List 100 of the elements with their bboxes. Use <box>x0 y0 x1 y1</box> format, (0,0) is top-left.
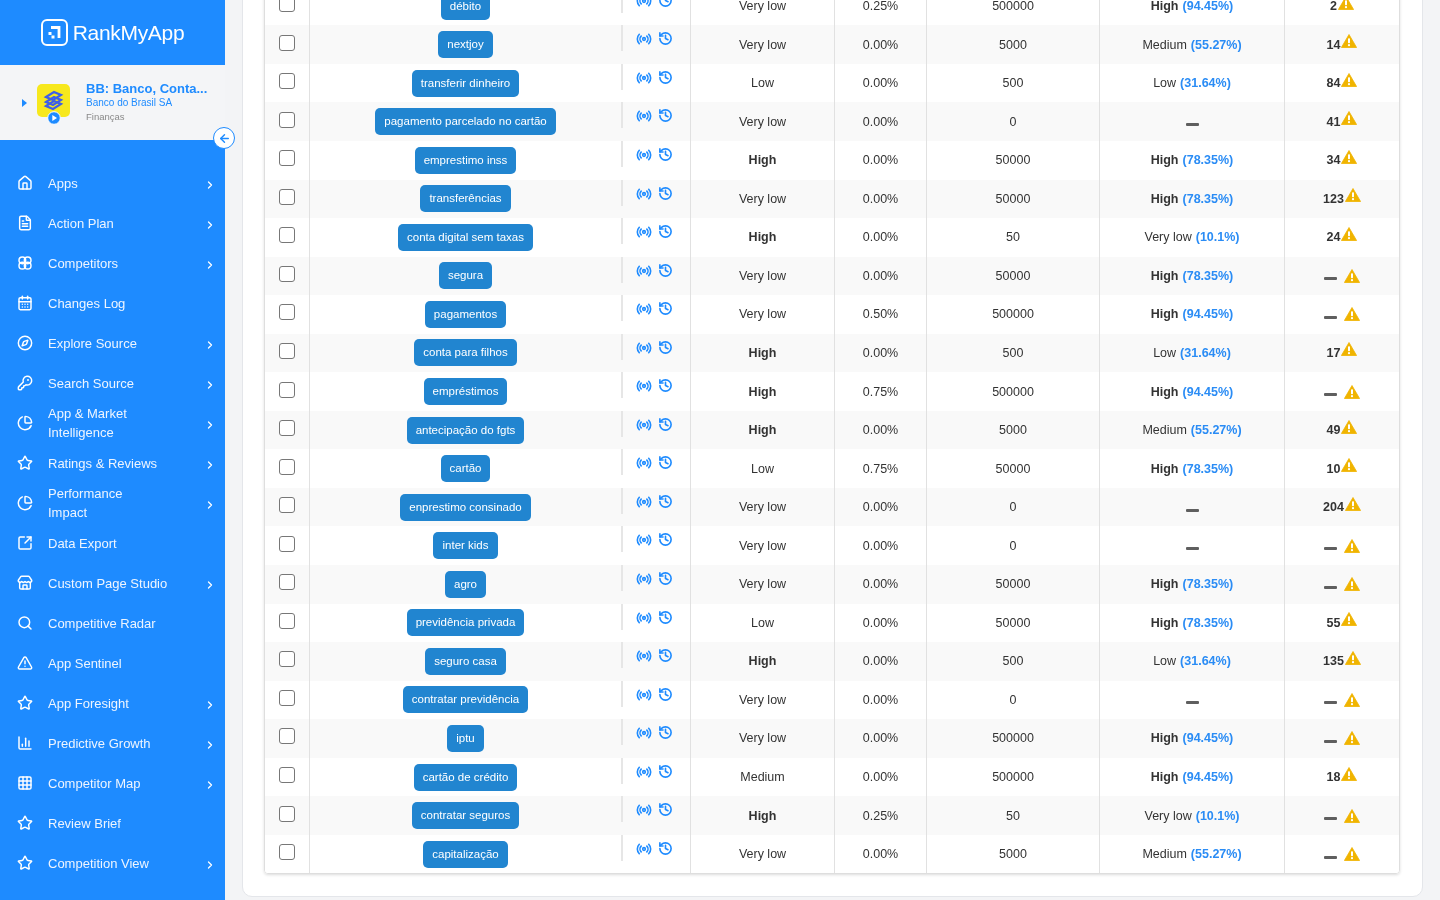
keyword-tag[interactable]: segura <box>438 262 493 290</box>
checkbox[interactable] <box>279 805 295 822</box>
sidebar-item[interactable]: Predictive Growth <box>0 723 225 763</box>
keyword-tag[interactable]: antecipação do fgts <box>406 416 525 444</box>
keyword-tag[interactable]: iptu <box>447 724 484 752</box>
broadcast-icon[interactable] <box>636 416 652 433</box>
checkbox[interactable] <box>279 689 295 706</box>
checkbox[interactable] <box>279 651 295 668</box>
history-icon[interactable] <box>658 840 673 856</box>
history-icon[interactable] <box>658 725 673 741</box>
keyword-tag[interactable]: empréstimos <box>423 378 508 406</box>
checkbox[interactable] <box>279 0 295 13</box>
history-icon[interactable] <box>658 108 673 124</box>
checkbox[interactable] <box>279 420 295 437</box>
sidebar-item[interactable]: Custom Page Studio <box>0 563 225 603</box>
sidebar-item[interactable]: Changes Log <box>0 283 225 323</box>
keyword-tag[interactable]: seguro casa <box>425 647 506 675</box>
history-icon[interactable] <box>658 455 673 471</box>
broadcast-icon[interactable] <box>636 69 652 86</box>
sidebar-item[interactable]: Competitors <box>0 243 225 283</box>
checkbox[interactable] <box>279 767 295 783</box>
history-icon[interactable] <box>658 493 673 509</box>
keyword-tag[interactable]: contratar seguros <box>411 802 520 830</box>
keyword-tag[interactable]: nextjoy <box>438 31 493 59</box>
checkbox[interactable] <box>279 150 295 167</box>
checkbox[interactable] <box>279 728 295 745</box>
checkbox[interactable] <box>279 343 295 359</box>
keyword-tag[interactable]: conta digital sem taxas <box>398 223 533 251</box>
keyword-tag[interactable]: cartão <box>440 455 491 483</box>
history-icon[interactable] <box>658 301 673 317</box>
sidebar-item[interactable]: App Sentinel <box>0 643 225 683</box>
broadcast-icon[interactable] <box>636 686 652 703</box>
warning-icon <box>1341 612 1358 627</box>
history-icon[interactable] <box>658 147 673 162</box>
sidebar-item[interactable]: Action Plan <box>0 203 225 243</box>
checkbox[interactable] <box>279 111 295 128</box>
broadcast-icon[interactable] <box>636 185 652 202</box>
keyword-tag[interactable]: agro <box>445 570 486 598</box>
keyword-tag[interactable]: transferir dinheiro <box>411 69 520 97</box>
history-icon[interactable] <box>658 802 673 818</box>
sidebar-item[interactable]: App Foresight <box>0 683 225 723</box>
checkbox[interactable] <box>279 381 295 398</box>
history-icon[interactable] <box>658 686 673 702</box>
checkbox[interactable] <box>279 535 295 552</box>
keyword-tag[interactable]: transferências <box>420 185 511 213</box>
keyword-tag[interactable]: pagamentos <box>424 300 507 328</box>
checkbox[interactable] <box>279 574 295 591</box>
history-icon[interactable] <box>658 378 673 394</box>
keyword-tag[interactable]: previdência privada <box>406 609 525 637</box>
keyword-tag[interactable]: cartão de crédito <box>413 763 518 791</box>
keyword-tag[interactable]: capitalização <box>423 840 508 868</box>
history-icon[interactable] <box>658 609 673 625</box>
sidebar-item[interactable]: Apps <box>0 163 225 203</box>
history-icon[interactable] <box>658 763 673 779</box>
keyword-tag[interactable]: enprestimo consinado <box>400 493 531 521</box>
checkbox[interactable] <box>279 844 295 861</box>
keyword-tag[interactable]: inter kids <box>433 532 498 560</box>
sidebar-item[interactable]: App & Market Intelligence <box>0 403 225 443</box>
sidebar-item[interactable]: Review Brief <box>0 803 225 843</box>
history-icon[interactable] <box>658 416 673 432</box>
keyword-tag[interactable]: débito <box>440 0 491 20</box>
sidebar-item[interactable]: Data Export <box>0 523 225 563</box>
broadcast-icon[interactable] <box>636 262 652 279</box>
history-icon[interactable] <box>658 185 673 201</box>
history-icon[interactable] <box>658 571 673 586</box>
broadcast-icon[interactable] <box>636 493 652 510</box>
keyword-tag[interactable]: contratar previdência <box>402 686 529 714</box>
history-icon[interactable] <box>658 224 673 240</box>
broadcast-icon[interactable] <box>636 147 652 163</box>
checkbox[interactable] <box>279 612 295 629</box>
checkbox[interactable] <box>279 227 295 244</box>
keyword-tag[interactable]: pagamento parcelado no cartão <box>375 108 556 136</box>
keyword-tag[interactable]: emprestimo inss <box>414 146 517 174</box>
sidebar-item[interactable]: Performance Impact <box>0 483 225 523</box>
keyword-tag[interactable]: conta para filhos <box>414 339 517 367</box>
broadcast-icon[interactable] <box>636 571 652 587</box>
history-icon[interactable] <box>658 262 673 278</box>
checkbox[interactable] <box>279 73 295 90</box>
broadcast-icon[interactable] <box>636 609 652 626</box>
broadcast-icon[interactable] <box>636 840 652 857</box>
history-icon[interactable] <box>658 532 673 548</box>
checkbox[interactable] <box>279 34 295 51</box>
history-icon[interactable] <box>658 31 673 47</box>
checkbox[interactable] <box>279 497 295 514</box>
sidebar-item[interactable]: Search Source <box>0 363 225 403</box>
sidebar-item[interactable]: Competitive Radar <box>0 603 225 643</box>
caret-icon[interactable] <box>22 98 27 107</box>
sidebar-item[interactable]: Explore Source <box>0 323 225 363</box>
checkbox[interactable] <box>279 265 295 282</box>
sidebar-item[interactable]: Ratings & Reviews <box>0 443 225 483</box>
checkbox[interactable] <box>279 304 295 321</box>
broadcast-icon[interactable] <box>636 339 652 356</box>
history-icon[interactable] <box>658 339 673 355</box>
history-icon[interactable] <box>658 648 673 664</box>
history-icon[interactable] <box>658 69 673 85</box>
checkbox[interactable] <box>279 188 295 205</box>
checkbox[interactable] <box>279 458 295 475</box>
sidebar-item[interactable]: Competition View <box>0 843 225 883</box>
sidebar-item[interactable]: Competitor Map <box>0 763 225 803</box>
broadcast-icon[interactable] <box>636 763 652 780</box>
